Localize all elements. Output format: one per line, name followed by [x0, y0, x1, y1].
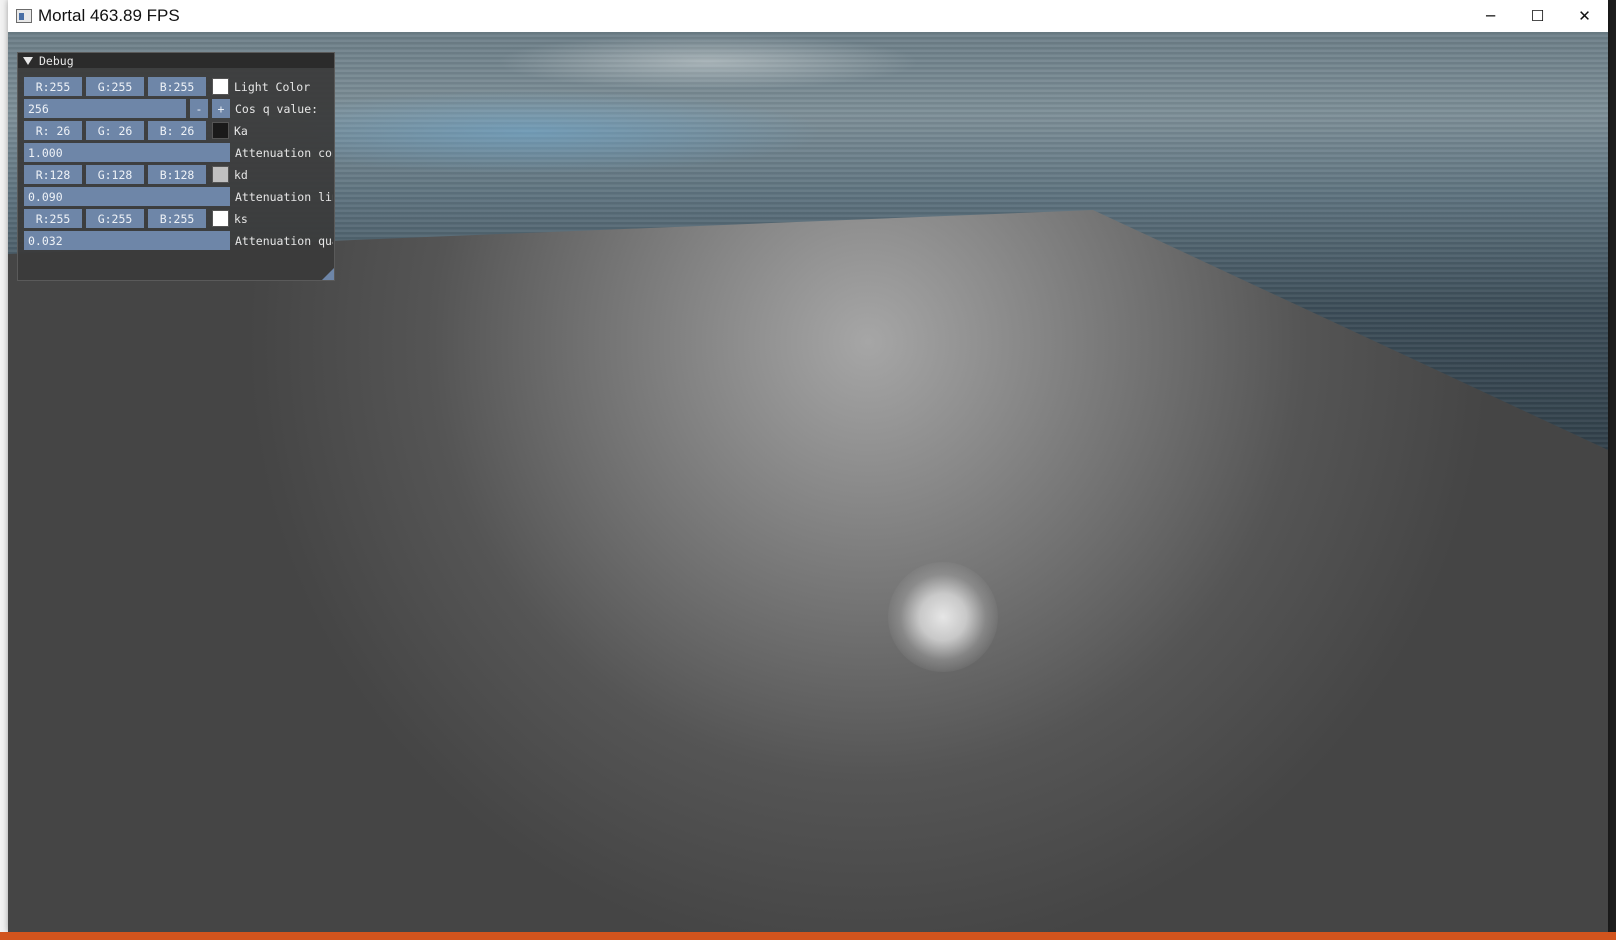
light-color-b[interactable]: B:255 — [148, 77, 206, 96]
ks-b[interactable]: B:255 — [148, 209, 206, 228]
minimize-icon: ─ — [1485, 7, 1496, 25]
light-color-label: Light Color — [234, 79, 311, 94]
light-source-orb — [888, 562, 998, 672]
attenuation-constant-row: 1.000 Attenuation constant — [24, 143, 333, 162]
kd-label: kd — [234, 167, 248, 182]
ks-swatch[interactable] — [212, 210, 229, 227]
desktop-background-strip — [0, 0, 8, 934]
panel-resize-grip[interactable] — [322, 268, 334, 280]
ka-row: R: 26 G: 26 B: 26 Ka — [24, 121, 248, 140]
attenuation-constant-input[interactable]: 1.000 — [24, 143, 230, 162]
ka-swatch[interactable] — [212, 122, 229, 139]
kd-swatch[interactable] — [212, 166, 229, 183]
app-window-icon — [16, 9, 32, 23]
light-color-swatch[interactable] — [212, 78, 229, 95]
attenuation-quadratic-label: Attenuation quadratic — [235, 233, 333, 248]
attenuation-quadratic-row: 0.032 Attenuation quadratic — [24, 231, 333, 250]
debug-panel-title: Debug — [39, 53, 74, 68]
attenuation-quadratic-input[interactable]: 0.032 — [24, 231, 230, 250]
collapse-arrow-icon[interactable] — [23, 56, 33, 65]
ka-r[interactable]: R: 26 — [24, 121, 82, 140]
attenuation-constant-label: Attenuation constant — [235, 145, 333, 160]
attenuation-linear-label: Attenuation linear — [235, 189, 333, 204]
ks-g[interactable]: G:255 — [86, 209, 144, 228]
close-button[interactable]: ✕ — [1561, 0, 1608, 32]
attenuation-linear-row: 0.090 Attenuation linear — [24, 187, 333, 206]
window-controls: ─ ☐ ✕ — [1467, 0, 1608, 32]
debug-panel-header[interactable]: Debug — [18, 53, 334, 68]
light-color-g[interactable]: G:255 — [86, 77, 144, 96]
debug-panel[interactable]: Debug R:255 G:255 B:255 Light Color 256 … — [17, 52, 335, 281]
cos-q-decrement-button[interactable]: - — [190, 99, 208, 118]
minimize-button[interactable]: ─ — [1467, 0, 1514, 32]
ks-r[interactable]: R:255 — [24, 209, 82, 228]
light-color-r[interactable]: R:255 — [24, 77, 82, 96]
ks-row: R:255 G:255 B:255 ks — [24, 209, 248, 228]
title-bar[interactable]: Mortal 463.89 FPS ─ ☐ ✕ — [8, 0, 1608, 32]
maximize-button[interactable]: ☐ — [1514, 0, 1561, 32]
ka-label: Ka — [234, 123, 248, 138]
light-color-row: R:255 G:255 B:255 Light Color — [24, 77, 310, 96]
window-title: Mortal 463.89 FPS — [38, 6, 180, 25]
kd-r[interactable]: R:128 — [24, 165, 82, 184]
ka-b[interactable]: B: 26 — [148, 121, 206, 140]
kd-g[interactable]: G:128 — [86, 165, 144, 184]
attenuation-linear-input[interactable]: 0.090 — [24, 187, 230, 206]
ks-label: ks — [234, 211, 248, 226]
cos-q-row: 256 - + Cos q value: — [24, 99, 318, 118]
close-icon: ✕ — [1578, 7, 1591, 25]
maximize-icon: ☐ — [1530, 7, 1545, 25]
kd-b[interactable]: B:128 — [148, 165, 206, 184]
cos-q-increment-button[interactable]: + — [212, 99, 230, 118]
cos-q-input[interactable]: 256 — [24, 99, 186, 118]
cos-q-label: Cos q value: — [235, 101, 319, 116]
ka-g[interactable]: G: 26 — [86, 121, 144, 140]
taskbar-edge — [0, 932, 1616, 940]
kd-row: R:128 G:128 B:128 kd — [24, 165, 248, 184]
